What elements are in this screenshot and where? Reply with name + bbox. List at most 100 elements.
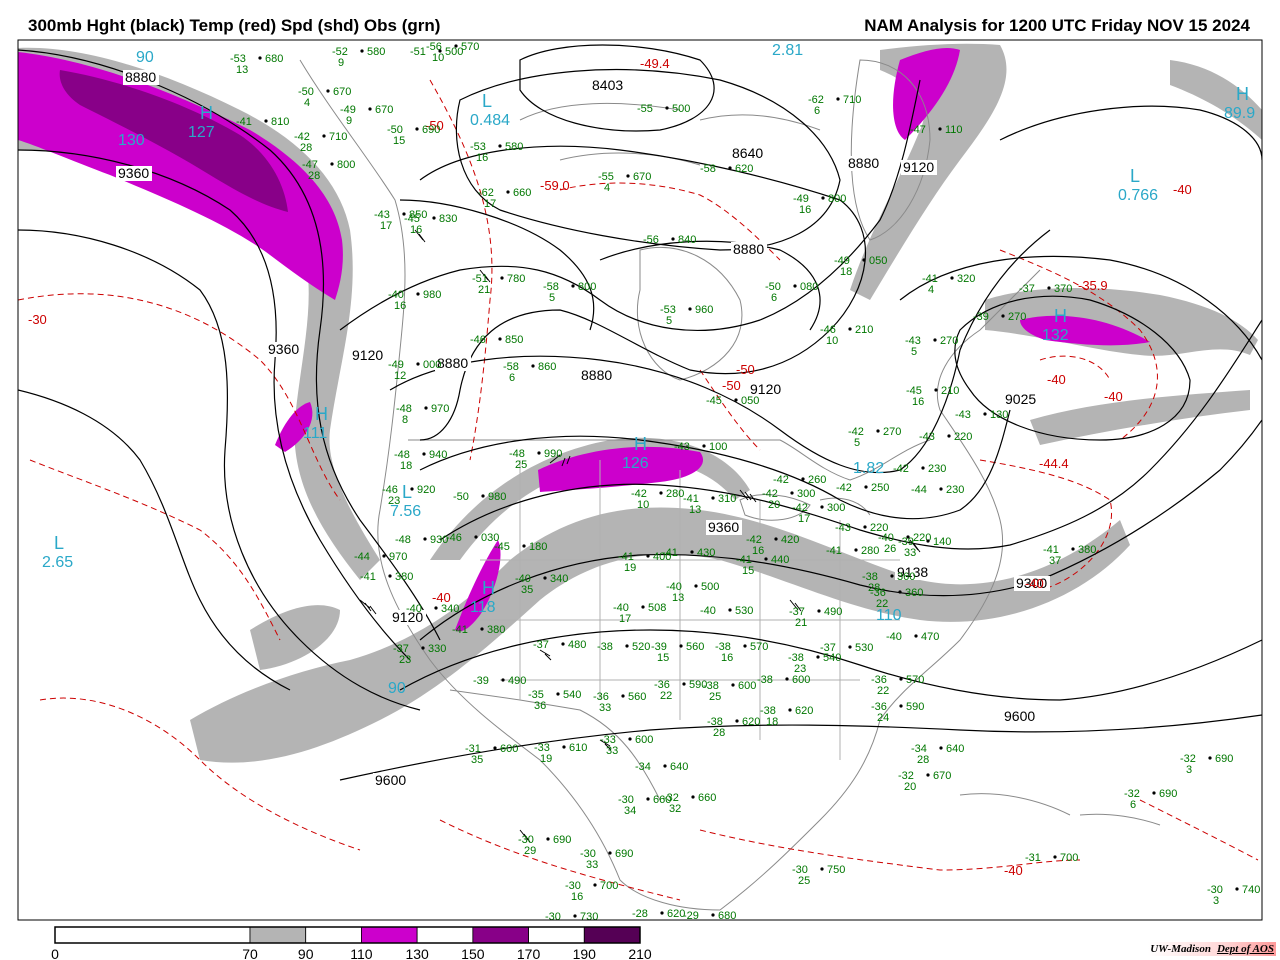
obs-height: 710 [329, 131, 347, 143]
obs-height: 330 [428, 643, 446, 655]
high-center-marker: H [482, 578, 495, 598]
obs-wind-speed: 5 [549, 292, 555, 304]
station-dot [817, 609, 821, 613]
obs-temperature: -39 [973, 311, 989, 323]
legend-bin [528, 926, 585, 944]
obs-height: 640 [946, 743, 964, 755]
obs-height: 360 [905, 587, 923, 599]
center-value-label: 2.81 [772, 42, 803, 59]
obs-height: 440 [771, 554, 789, 566]
station-dot [734, 398, 738, 402]
station-dot [854, 548, 858, 552]
obs-height: 508 [648, 602, 666, 614]
obs-height: 180 [529, 541, 547, 553]
station-dot [493, 746, 497, 750]
obs-wind-speed: 17 [380, 220, 392, 232]
obs-temperature: -46 [470, 334, 486, 346]
station-dot [660, 911, 664, 915]
temperature-label: -40 [1004, 863, 1023, 878]
obs-height: 530 [855, 642, 873, 654]
center-value-label: 118 [470, 599, 496, 616]
obs-wind-speed: 6 [814, 105, 820, 117]
obs-wind-speed: 22 [660, 690, 672, 702]
obs-height: 620 [795, 705, 813, 717]
obs-temperature: -38 [757, 674, 773, 686]
station-dot [711, 496, 715, 500]
obs-height: 300 [797, 488, 815, 500]
station-dot [368, 107, 372, 111]
obs-height: 690 [1215, 753, 1233, 765]
obs-wind-speed: 6 [1130, 799, 1136, 811]
credit-org: UW-Madison [1150, 943, 1211, 955]
legend-tick-label: 210 [628, 946, 652, 960]
obs-temperature: -58 [700, 163, 716, 175]
obs-wind-speed: 23 [399, 654, 411, 666]
obs-height: 970 [431, 403, 449, 415]
obs-height: 210 [855, 324, 873, 336]
obs-height: 610 [569, 742, 587, 754]
station-dot [914, 634, 918, 638]
obs-wind-speed: 6 [771, 292, 777, 304]
obs-height: 590 [906, 701, 924, 713]
legend-bin [472, 926, 529, 944]
obs-height: 260 [808, 474, 826, 486]
height-label: 9360 [708, 519, 739, 535]
obs-temperature: -45 [494, 541, 510, 553]
obs-height: 600 [792, 674, 810, 686]
obs-height: 810 [271, 116, 289, 128]
station-dot [626, 174, 630, 178]
station-dot [694, 584, 698, 588]
obs-wind-speed: 37 [1049, 555, 1061, 567]
station-dot [546, 837, 550, 841]
obs-height: 520 [632, 641, 650, 653]
station-dot [862, 258, 866, 262]
obs-wind-speed: 17 [619, 613, 631, 625]
height-label: 8640 [732, 145, 763, 161]
obs-wind-speed: 21 [795, 617, 807, 629]
station-dot [1208, 756, 1212, 760]
temperature-label: -59.0 [540, 178, 570, 193]
obs-wind-speed: 5 [854, 437, 860, 449]
station-dot [416, 362, 420, 366]
obs-height: 800 [337, 159, 355, 171]
obs-wind-speed: 18 [840, 266, 852, 278]
obs-height: 140 [933, 536, 951, 548]
temperature-label: -40 [1104, 389, 1123, 404]
obs-temperature: -34 [635, 761, 651, 773]
obs-height: 980 [488, 491, 506, 503]
obs-wind-speed: 34 [624, 805, 636, 817]
station-dot [665, 106, 669, 110]
station-dot [785, 677, 789, 681]
obs-wind-speed: 33 [606, 745, 618, 757]
obs-wind-speed: 4 [304, 97, 310, 109]
station-dot [410, 487, 414, 491]
obs-temperature: -44 [354, 551, 370, 563]
obs-height: 270 [883, 426, 901, 438]
center-value-label: 130 [118, 132, 145, 149]
obs-temperature: -39 [473, 675, 489, 687]
obs-wind-speed: 9 [346, 115, 352, 127]
height-label: 9600 [375, 772, 406, 788]
legend-tick-label: 130 [405, 946, 429, 960]
obs-height: 540 [563, 689, 581, 701]
station-dot [983, 412, 987, 416]
station-dot [432, 216, 436, 220]
obs-height: 230 [946, 484, 964, 496]
obs-height: 270 [1008, 311, 1026, 323]
obs-height: 700 [1060, 852, 1078, 864]
station-dot [848, 645, 852, 649]
station-dot [423, 537, 427, 541]
station-dot [933, 338, 937, 342]
obs-wind-speed: 16 [476, 152, 488, 164]
station-dot [659, 491, 663, 495]
obs-height: 690 [1159, 788, 1177, 800]
obs-temperature: -55 [637, 103, 653, 115]
obs-wind-speed: 19 [624, 562, 636, 574]
center-value-label: 1.82 [853, 460, 884, 477]
station-dot [793, 284, 797, 288]
obs-height: 560 [628, 691, 646, 703]
obs-temperature: -42 [893, 463, 909, 475]
center-value-label: 126 [622, 455, 649, 472]
legend-color-bins [54, 926, 641, 944]
obs-temperature: -40 [886, 631, 902, 643]
